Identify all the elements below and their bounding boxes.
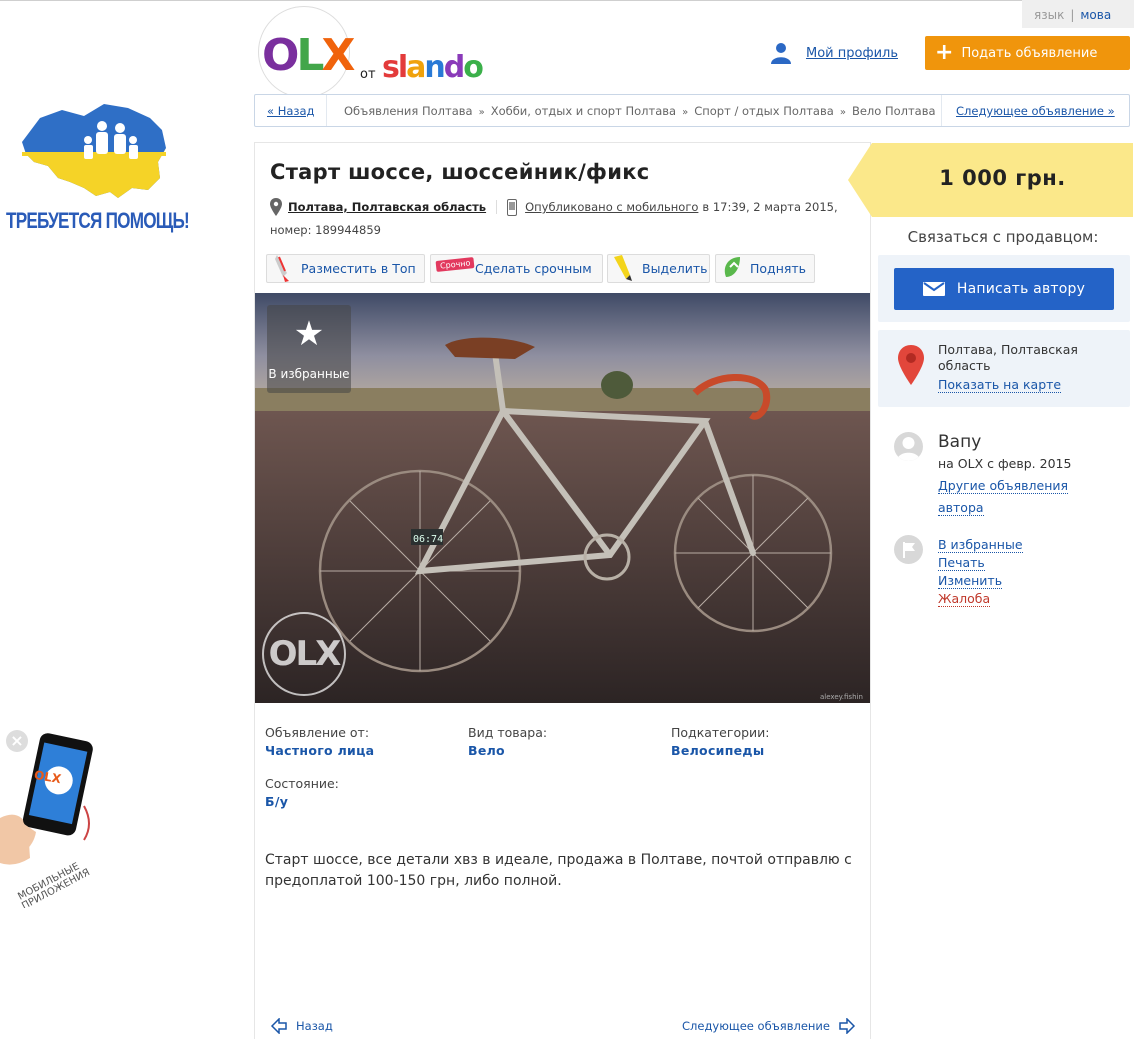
- ad-title: Старт шоссе, шоссейник/фикс: [270, 160, 650, 184]
- language-mova-link[interactable]: мова: [1080, 8, 1111, 22]
- ad-meta: Полтава, Полтавская область Опубликовано…: [270, 198, 838, 216]
- other-ads-link[interactable]: Другие объявления автора: [938, 475, 1088, 519]
- urgent-badge-text: Срочно: [435, 257, 475, 272]
- raise-leaf-icon: [716, 255, 750, 282]
- breadcrumb-back-link[interactable]: « Назад: [255, 95, 327, 126]
- breadcrumb-path: Объявления Полтава» Хобби, отдых и спорт …: [344, 104, 936, 118]
- svg-text:alexey.fishin: alexey.fishin: [820, 693, 863, 701]
- highlight-button[interactable]: Выделить: [607, 254, 710, 283]
- bottom-next-label: Следующее объявление: [682, 1019, 830, 1033]
- mobile-phone-icon: [507, 198, 518, 216]
- breadcrumb-item[interactable]: Хобби, отдых и спорт Полтава: [491, 104, 676, 118]
- my-profile-label: Мой профиль: [806, 45, 898, 61]
- envelope-icon: [922, 282, 945, 296]
- rocket-icon: [267, 255, 301, 282]
- urgent-badge-icon: Срочно: [431, 255, 475, 282]
- write-author-button[interactable]: Написать автору: [894, 268, 1114, 310]
- add-to-favorites-overlay[interactable]: ★ В избранные: [267, 305, 351, 393]
- write-author-label: Написать автору: [956, 281, 1086, 297]
- post-ad-label: Подать объявление: [961, 45, 1098, 61]
- param-value-link[interactable]: Вело: [468, 743, 505, 758]
- edit-link[interactable]: Изменить: [938, 573, 1003, 589]
- arrow-right-icon: [839, 1018, 856, 1034]
- param-label: Вид товара:: [468, 725, 548, 740]
- seller-location: Полтава, Полтавская область: [938, 342, 1078, 373]
- user-avatar-icon: [894, 432, 923, 461]
- contact-seller-label: Связаться с продавцом:: [907, 228, 1099, 246]
- param-label: Подкатегории:: [671, 725, 770, 740]
- param-value-link[interactable]: Частного лица: [265, 743, 374, 758]
- olx-logo[interactable]: OLX: [262, 30, 355, 81]
- mobile-apps-banner[interactable]: МОБИЛЬНЫЕ ПРИЛОЖЕНИЯ: [0, 728, 110, 908]
- param-value-link[interactable]: Б/у: [265, 794, 288, 809]
- map-pin-icon: [898, 345, 924, 385]
- breadcrumb-next-label: Следующее объявление »: [956, 104, 1115, 118]
- my-profile-link[interactable]: Мой профиль: [770, 42, 898, 64]
- logo-from-text: от: [360, 67, 376, 82]
- print-link[interactable]: Печать: [938, 555, 985, 571]
- show-on-map-link[interactable]: Показать на карте: [938, 377, 1062, 393]
- ad-description: Старт шоссе, все детали хвз в идеале, пр…: [265, 852, 852, 889]
- bottom-next-link[interactable]: Следующее объявление: [682, 1018, 856, 1034]
- ad-price: 1 000 грн.: [939, 166, 1066, 190]
- favorites-overlay-label: В избранные: [268, 367, 350, 381]
- ad-number: номер: 189944859: [270, 223, 381, 237]
- other-ads-label-1: Другие объявления: [938, 478, 1069, 494]
- olx-watermark: OLX: [262, 612, 346, 696]
- raise-label: Поднять: [750, 261, 807, 276]
- flag-icon: [894, 535, 923, 564]
- svg-text:06:74: 06:74: [413, 534, 443, 545]
- close-banner-icon[interactable]: ×: [6, 730, 28, 752]
- breadcrumb: « Назад Объявления Полтава» Хобби, отдых …: [254, 94, 1130, 127]
- star-icon: ★: [293, 314, 325, 354]
- param-label: Состояние:: [265, 776, 339, 791]
- other-ads-label-2: автора: [938, 500, 984, 516]
- help-banner-text[interactable]: ТРЕБУЕТСЯ ПОМОЩЬ!: [6, 208, 190, 234]
- user-icon: [771, 43, 791, 64]
- seller-name: Вапу: [938, 432, 982, 452]
- seller-since: на OLX с февр. 2015: [938, 456, 1072, 471]
- promote-top-label: Разместить в Топ: [301, 261, 416, 276]
- language-switcher: язык | мова: [1022, 0, 1134, 28]
- language-label-link[interactable]: язык: [1034, 8, 1064, 22]
- published-time: в 17:39, 2 марта 2015,: [702, 200, 838, 214]
- breadcrumb-item[interactable]: Объявления Полтава: [344, 104, 473, 118]
- breadcrumb-next-link[interactable]: Следующее объявление »: [941, 95, 1129, 126]
- make-urgent-label: Сделать срочным: [475, 261, 592, 276]
- bottom-back-link[interactable]: Назад: [270, 1018, 333, 1034]
- ad-city-link[interactable]: Полтава, Полтавская область: [288, 200, 486, 214]
- location-pin-icon: [270, 198, 282, 216]
- plus-icon: +: [935, 40, 954, 65]
- complain-link[interactable]: Жалоба: [938, 591, 991, 607]
- published-mobile-link[interactable]: Опубликовано с мобильного: [525, 200, 698, 214]
- add-to-favorites-link[interactable]: В избранные: [938, 537, 1023, 553]
- meta-divider: [496, 200, 498, 214]
- param-value-link[interactable]: Велосипеды: [671, 743, 764, 758]
- make-urgent-button[interactable]: Срочно Сделать срочным: [430, 254, 603, 283]
- param-label: Объявление от:: [265, 725, 370, 740]
- arrow-left-icon: [270, 1018, 287, 1034]
- slando-logo: slando: [382, 50, 484, 85]
- raise-button[interactable]: Поднять: [715, 254, 815, 283]
- bottom-back-label: Назад: [296, 1019, 333, 1033]
- marker-icon: [608, 255, 642, 282]
- post-ad-button[interactable]: + Подать объявление: [925, 36, 1130, 70]
- breadcrumb-item[interactable]: Спорт / отдых Полтава: [694, 104, 834, 118]
- breadcrumb-item[interactable]: Вело Полтава: [852, 104, 936, 118]
- promote-top-button[interactable]: Разместить в Топ: [266, 254, 425, 283]
- breadcrumb-back-label: « Назад: [267, 104, 315, 118]
- highlight-label: Выделить: [642, 261, 708, 276]
- top-border: [0, 0, 1134, 1]
